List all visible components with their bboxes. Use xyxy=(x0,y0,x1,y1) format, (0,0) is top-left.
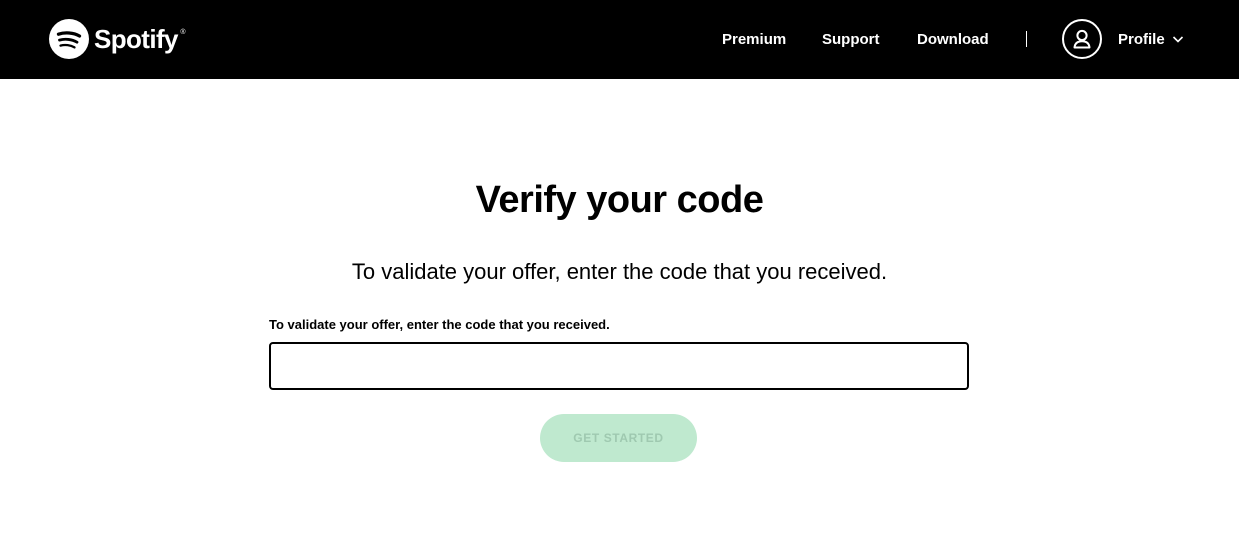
nav-divider xyxy=(1026,31,1027,47)
profile-label: Profile xyxy=(1118,30,1165,48)
chevron-down-icon xyxy=(1172,36,1183,43)
nav-link-support[interactable]: Support xyxy=(822,30,880,50)
code-input[interactable] xyxy=(269,342,969,390)
spotify-logo-icon xyxy=(49,19,89,59)
registered-mark: ® xyxy=(180,28,185,36)
page-subtitle: To validate your offer, enter the code t… xyxy=(351,259,888,284)
user-icon xyxy=(1073,29,1091,49)
nav-link-premium[interactable]: Premium xyxy=(722,30,786,50)
code-field-label: To validate your offer, enter the code t… xyxy=(269,317,610,332)
spotify-logo-link[interactable]: Spotify ® xyxy=(49,19,185,59)
page-title: Verify your code xyxy=(475,179,764,221)
get-started-button[interactable]: GET STARTED xyxy=(540,414,697,462)
brand-name: Spotify ® xyxy=(94,23,185,54)
nav-link-download[interactable]: Download xyxy=(917,30,989,50)
avatar xyxy=(1062,19,1102,59)
top-navigation-bar: Spotify ® Premium Support Download Profil… xyxy=(0,0,1239,79)
profile-menu-button[interactable]: Profile xyxy=(1062,19,1185,59)
